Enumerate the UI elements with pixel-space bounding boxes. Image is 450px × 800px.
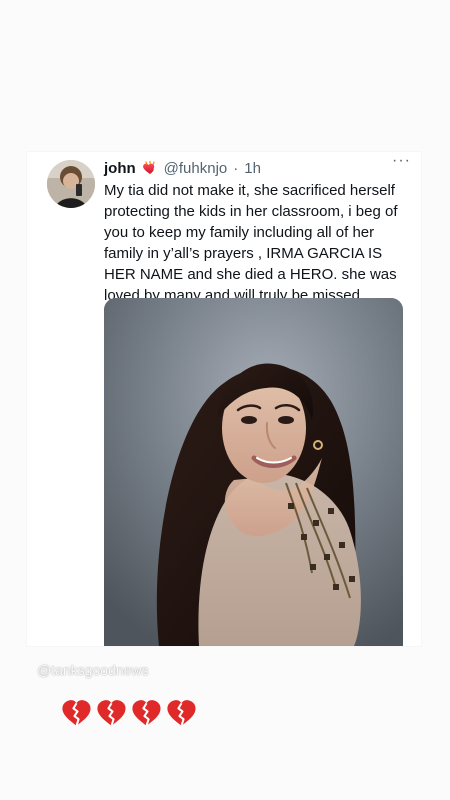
timestamp[interactable]: 1h	[244, 160, 261, 177]
more-icon[interactable]: ···	[392, 152, 411, 170]
broken-heart-icon	[95, 696, 128, 729]
handle[interactable]: @fuhknjo	[164, 160, 228, 177]
tweet-image[interactable]	[104, 298, 403, 646]
story-watermark: @tanksgoodnews	[37, 662, 149, 678]
broken-hearts-row	[60, 696, 198, 729]
avatar-image	[47, 160, 95, 208]
portrait-illustration	[104, 298, 403, 646]
display-name[interactable]: john	[104, 160, 136, 177]
tweet-card: john @fuhknjo · 1h ··· My tia did not ma…	[27, 152, 421, 646]
avatar[interactable]	[47, 160, 95, 208]
tweet-header: john @fuhknjo · 1h	[104, 157, 407, 179]
tweet-text: My tia did not make it, she sacrificed h…	[104, 182, 398, 304]
heart-icon	[142, 160, 158, 176]
broken-heart-icon	[60, 696, 93, 729]
broken-heart-icon	[130, 696, 163, 729]
broken-heart-icon	[165, 696, 198, 729]
separator-dot: ·	[233, 159, 239, 177]
